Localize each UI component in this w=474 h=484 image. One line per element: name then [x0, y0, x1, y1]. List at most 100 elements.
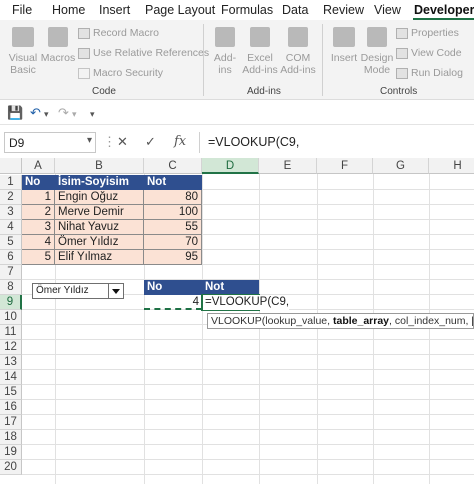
- redo-icon[interactable]: ↷: [58, 105, 69, 121]
- row-header-10[interactable]: 10: [0, 310, 22, 325]
- row-header-7[interactable]: 7: [0, 265, 22, 280]
- column-header-g[interactable]: G: [373, 158, 429, 174]
- redo-dropdown-icon[interactable]: ▾: [72, 109, 77, 120]
- name-dropdown[interactable]: Ömer Yıldız: [32, 283, 124, 299]
- column-header-d[interactable]: D: [202, 158, 259, 174]
- row-header-13[interactable]: 13: [0, 355, 22, 370]
- select-all-corner[interactable]: [0, 158, 22, 174]
- table-cell-name[interactable]: Elif Yılmaz: [55, 250, 144, 265]
- lookup-header-no[interactable]: No: [144, 280, 202, 295]
- tab-insert[interactable]: Insert: [99, 3, 130, 17]
- table-cell-score[interactable]: 80: [144, 190, 202, 205]
- tab-file[interactable]: File: [12, 3, 32, 17]
- table-cell-no[interactable]: 3: [22, 220, 55, 235]
- tooltip-function-name[interactable]: VLOOKUP(: [211, 315, 265, 327]
- row-header-3[interactable]: 3: [0, 205, 22, 220]
- code-group-label: Code: [92, 86, 116, 97]
- tab-home[interactable]: Home: [52, 3, 85, 17]
- row-header-2[interactable]: 2: [0, 190, 22, 205]
- lookup-header-score[interactable]: Not: [202, 280, 259, 295]
- row-header-20[interactable]: 20: [0, 460, 22, 475]
- add-ins-label-2: ins: [218, 64, 232, 76]
- macros-icon: [48, 27, 68, 47]
- row-header-8[interactable]: 8: [0, 280, 22, 295]
- column-header-e[interactable]: E: [259, 158, 317, 174]
- add-ins-group-label: Add-ins: [247, 86, 281, 97]
- row-header-6[interactable]: 6: [0, 250, 22, 265]
- table-cell-name[interactable]: Nihat Yavuz: [55, 220, 144, 235]
- use-relative-references-button[interactable]: Use Relative References: [93, 47, 209, 59]
- column-header-a[interactable]: A: [22, 158, 55, 174]
- design-mode-button[interactable]: Design Mode: [359, 52, 395, 76]
- gridline: [22, 399, 474, 400]
- table-cell-score[interactable]: 70: [144, 235, 202, 250]
- group-separator: [322, 24, 323, 96]
- gridline: [22, 459, 474, 460]
- excel-add-ins-label-1: Excel: [247, 52, 273, 64]
- row-header-16[interactable]: 16: [0, 400, 22, 415]
- row-header-9[interactable]: 9: [0, 295, 22, 310]
- table-cell-score[interactable]: 55: [144, 220, 202, 235]
- visual-basic-button[interactable]: Visual Basic: [4, 52, 42, 76]
- chevron-down-icon[interactable]: [108, 284, 123, 298]
- row-header-11[interactable]: 11: [0, 325, 22, 340]
- excel-add-ins-button[interactable]: Excel Add-ins: [242, 52, 278, 76]
- name-box[interactable]: D9 ▾: [4, 132, 96, 153]
- column-header-f[interactable]: F: [317, 158, 373, 174]
- com-add-ins-button[interactable]: COM Add-ins: [279, 52, 317, 76]
- table-cell-score[interactable]: 100: [144, 205, 202, 220]
- column-header-c[interactable]: C: [144, 158, 202, 174]
- cell-editing-text[interactable]: =VLOOKUP(C9,: [203, 295, 290, 310]
- row-header-19[interactable]: 19: [0, 445, 22, 460]
- table-cell-name[interactable]: Ömer Yıldız: [55, 235, 144, 250]
- table-cell-no[interactable]: 1: [22, 190, 55, 205]
- table-cell-score[interactable]: 95: [144, 250, 202, 265]
- customize-toolbar-icon[interactable]: ▾: [90, 109, 95, 120]
- gridline: [22, 369, 474, 370]
- lookup-cell-no[interactable]: 4: [144, 295, 202, 310]
- tab-data[interactable]: Data: [282, 3, 308, 17]
- row-header-18[interactable]: 18: [0, 430, 22, 445]
- cancel-icon[interactable]: ✕: [117, 134, 128, 150]
- properties-button[interactable]: Properties: [411, 27, 459, 39]
- record-macro-button[interactable]: Record Macro: [93, 27, 159, 39]
- table-header-name[interactable]: İsim-Soyisim: [55, 175, 144, 190]
- formula-input[interactable]: =VLOOKUP(C9,: [199, 132, 469, 153]
- macro-security-button[interactable]: Macro Security: [93, 67, 163, 79]
- tab-formulas[interactable]: Formulas: [221, 3, 273, 17]
- column-header-h[interactable]: H: [429, 158, 474, 174]
- table-header-score[interactable]: Not: [144, 175, 202, 190]
- tab-developer[interactable]: Developer: [414, 3, 474, 17]
- insert-control-button[interactable]: Insert: [326, 52, 362, 64]
- row-header-4[interactable]: 4: [0, 220, 22, 235]
- save-icon[interactable]: 💾: [7, 105, 23, 121]
- tab-view[interactable]: View: [374, 3, 401, 17]
- add-ins-button[interactable]: Add- ins: [208, 52, 242, 76]
- undo-icon[interactable]: ↶: [30, 105, 41, 121]
- column-header-b[interactable]: B: [55, 158, 144, 174]
- table-cell-name[interactable]: Engin Oğuz: [55, 190, 144, 205]
- enter-icon[interactable]: ✓: [145, 134, 156, 150]
- name-box-value: D9: [9, 136, 25, 150]
- row-header-15[interactable]: 15: [0, 385, 22, 400]
- macros-button[interactable]: Macros: [40, 52, 76, 64]
- table-cell-no[interactable]: 2: [22, 205, 55, 220]
- table-header-no[interactable]: No: [22, 175, 55, 190]
- row-header-17[interactable]: 17: [0, 415, 22, 430]
- run-dialog-icon: [396, 68, 408, 79]
- insert-function-icon[interactable]: fx: [174, 134, 186, 149]
- table-cell-no[interactable]: 4: [22, 235, 55, 250]
- tab-page-layout[interactable]: Page Layout: [145, 3, 215, 17]
- view-code-button[interactable]: View Code: [411, 47, 462, 59]
- add-ins-label-1: Add-: [213, 52, 237, 64]
- tab-review[interactable]: Review: [323, 3, 364, 17]
- row-header-1[interactable]: 1: [0, 175, 22, 190]
- table-cell-name[interactable]: Merve Demir: [55, 205, 144, 220]
- table-cell-no[interactable]: 5: [22, 250, 55, 265]
- row-header-5[interactable]: 5: [0, 235, 22, 250]
- undo-dropdown-icon[interactable]: ▾: [44, 109, 49, 120]
- row-header-12[interactable]: 12: [0, 340, 22, 355]
- chevron-down-icon[interactable]: ▾: [87, 135, 92, 146]
- run-dialog-button[interactable]: Run Dialog: [411, 67, 463, 79]
- row-header-14[interactable]: 14: [0, 370, 22, 385]
